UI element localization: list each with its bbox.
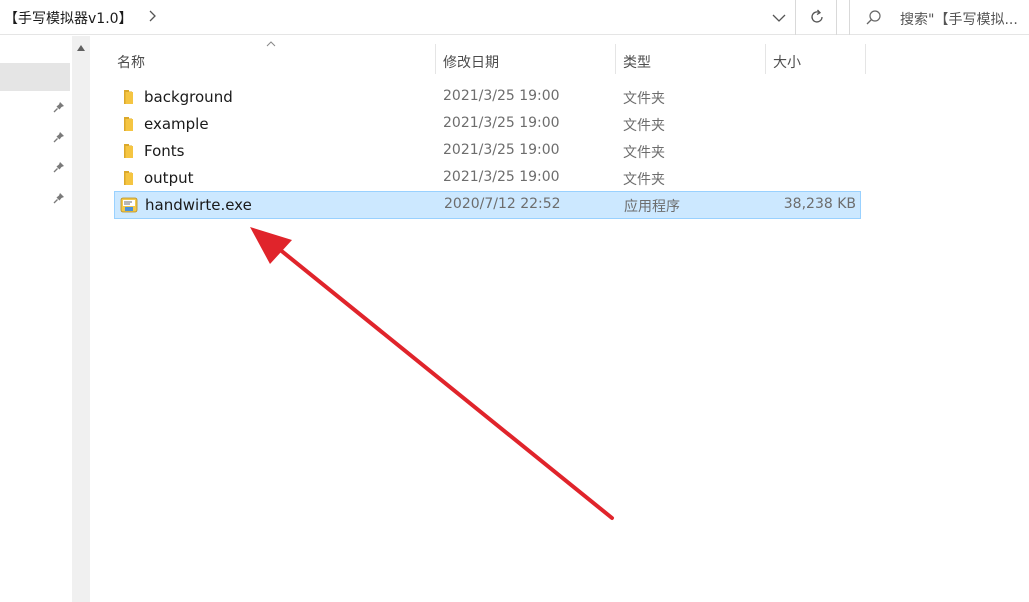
nav-scrollbar[interactable] (72, 36, 90, 602)
column-separator[interactable] (615, 44, 616, 74)
search-icon (866, 10, 881, 25)
folder-icon (124, 171, 133, 185)
nav-selected-item[interactable] (0, 63, 70, 91)
file-row[interactable]: background 2021/3/25 19:00 文件夹 (114, 84, 861, 110)
file-type: 文件夹 (623, 91, 665, 107)
column-header-size[interactable]: 大小 (773, 36, 865, 76)
file-row[interactable]: example 2021/3/25 19:00 文件夹 (114, 111, 861, 137)
folder-icon (124, 90, 133, 104)
column-header-name[interactable]: 名称 (117, 36, 435, 76)
column-separator[interactable] (865, 44, 866, 74)
file-type: 文件夹 (623, 118, 665, 134)
column-header-type-label: 类型 (623, 55, 651, 71)
file-row[interactable]: output 2021/3/25 19:00 文件夹 (114, 165, 861, 191)
column-header-type[interactable]: 类型 (623, 36, 765, 76)
folder-icon (124, 144, 133, 158)
file-name[interactable]: handwirte.exe (145, 196, 252, 214)
application-icon (120, 197, 138, 213)
pin-icon[interactable] (52, 191, 66, 205)
navigation-pane (0, 36, 72, 602)
breadcrumb[interactable]: 【手写模拟器v1.0】 (4, 8, 133, 28)
chevron-down-icon[interactable] (768, 7, 790, 29)
file-size: 38,238 KB (783, 196, 856, 212)
file-row[interactable]: Fonts 2021/3/25 19:00 文件夹 (114, 138, 861, 164)
file-type: 文件夹 (623, 172, 665, 188)
column-header-date-label: 修改日期 (443, 55, 499, 71)
address-box[interactable]: 【手写模拟器v1.0】 (0, 0, 796, 35)
file-row-selected[interactable]: handwirte.exe 2020/7/12 22:52 应用程序 38,23… (114, 191, 861, 219)
file-date: 2020/7/12 22:52 (444, 196, 561, 212)
file-name[interactable]: example (144, 115, 209, 133)
file-name[interactable]: background (144, 88, 233, 106)
pin-icon[interactable] (52, 160, 66, 174)
file-type: 应用程序 (624, 199, 680, 215)
address-bar: 【手写模拟器v1.0】 搜索"【手写模拟... (0, 0, 1029, 35)
file-name[interactable]: output (144, 169, 193, 187)
scroll-up-icon[interactable] (76, 44, 86, 52)
refresh-button[interactable] (797, 0, 837, 35)
file-type: 文件夹 (623, 145, 665, 161)
search-input[interactable]: 搜索"【手写模拟... (900, 9, 1018, 29)
column-separator[interactable] (765, 44, 766, 74)
folder-icon (124, 117, 133, 131)
search-box[interactable]: 搜索"【手写模拟... (849, 0, 1029, 35)
file-date: 2021/3/25 19:00 (443, 169, 560, 185)
chevron-right-icon[interactable] (147, 7, 159, 25)
pin-icon[interactable] (52, 100, 66, 114)
file-date: 2021/3/25 19:00 (443, 142, 560, 158)
file-list: 名称 修改日期 类型 大小 background 2021/3/25 19:00… (90, 36, 1029, 602)
file-date: 2021/3/25 19:00 (443, 115, 560, 131)
column-header-name-label: 名称 (117, 55, 145, 71)
file-date: 2021/3/25 19:00 (443, 88, 560, 104)
column-header-size-label: 大小 (773, 55, 801, 71)
column-header-row: 名称 修改日期 类型 大小 (90, 36, 1029, 84)
refresh-icon (811, 9, 823, 23)
sort-ascending-icon (266, 41, 276, 47)
column-separator[interactable] (435, 44, 436, 74)
pin-icon[interactable] (52, 130, 66, 144)
column-header-date[interactable]: 修改日期 (443, 36, 615, 76)
file-name[interactable]: Fonts (144, 142, 184, 160)
